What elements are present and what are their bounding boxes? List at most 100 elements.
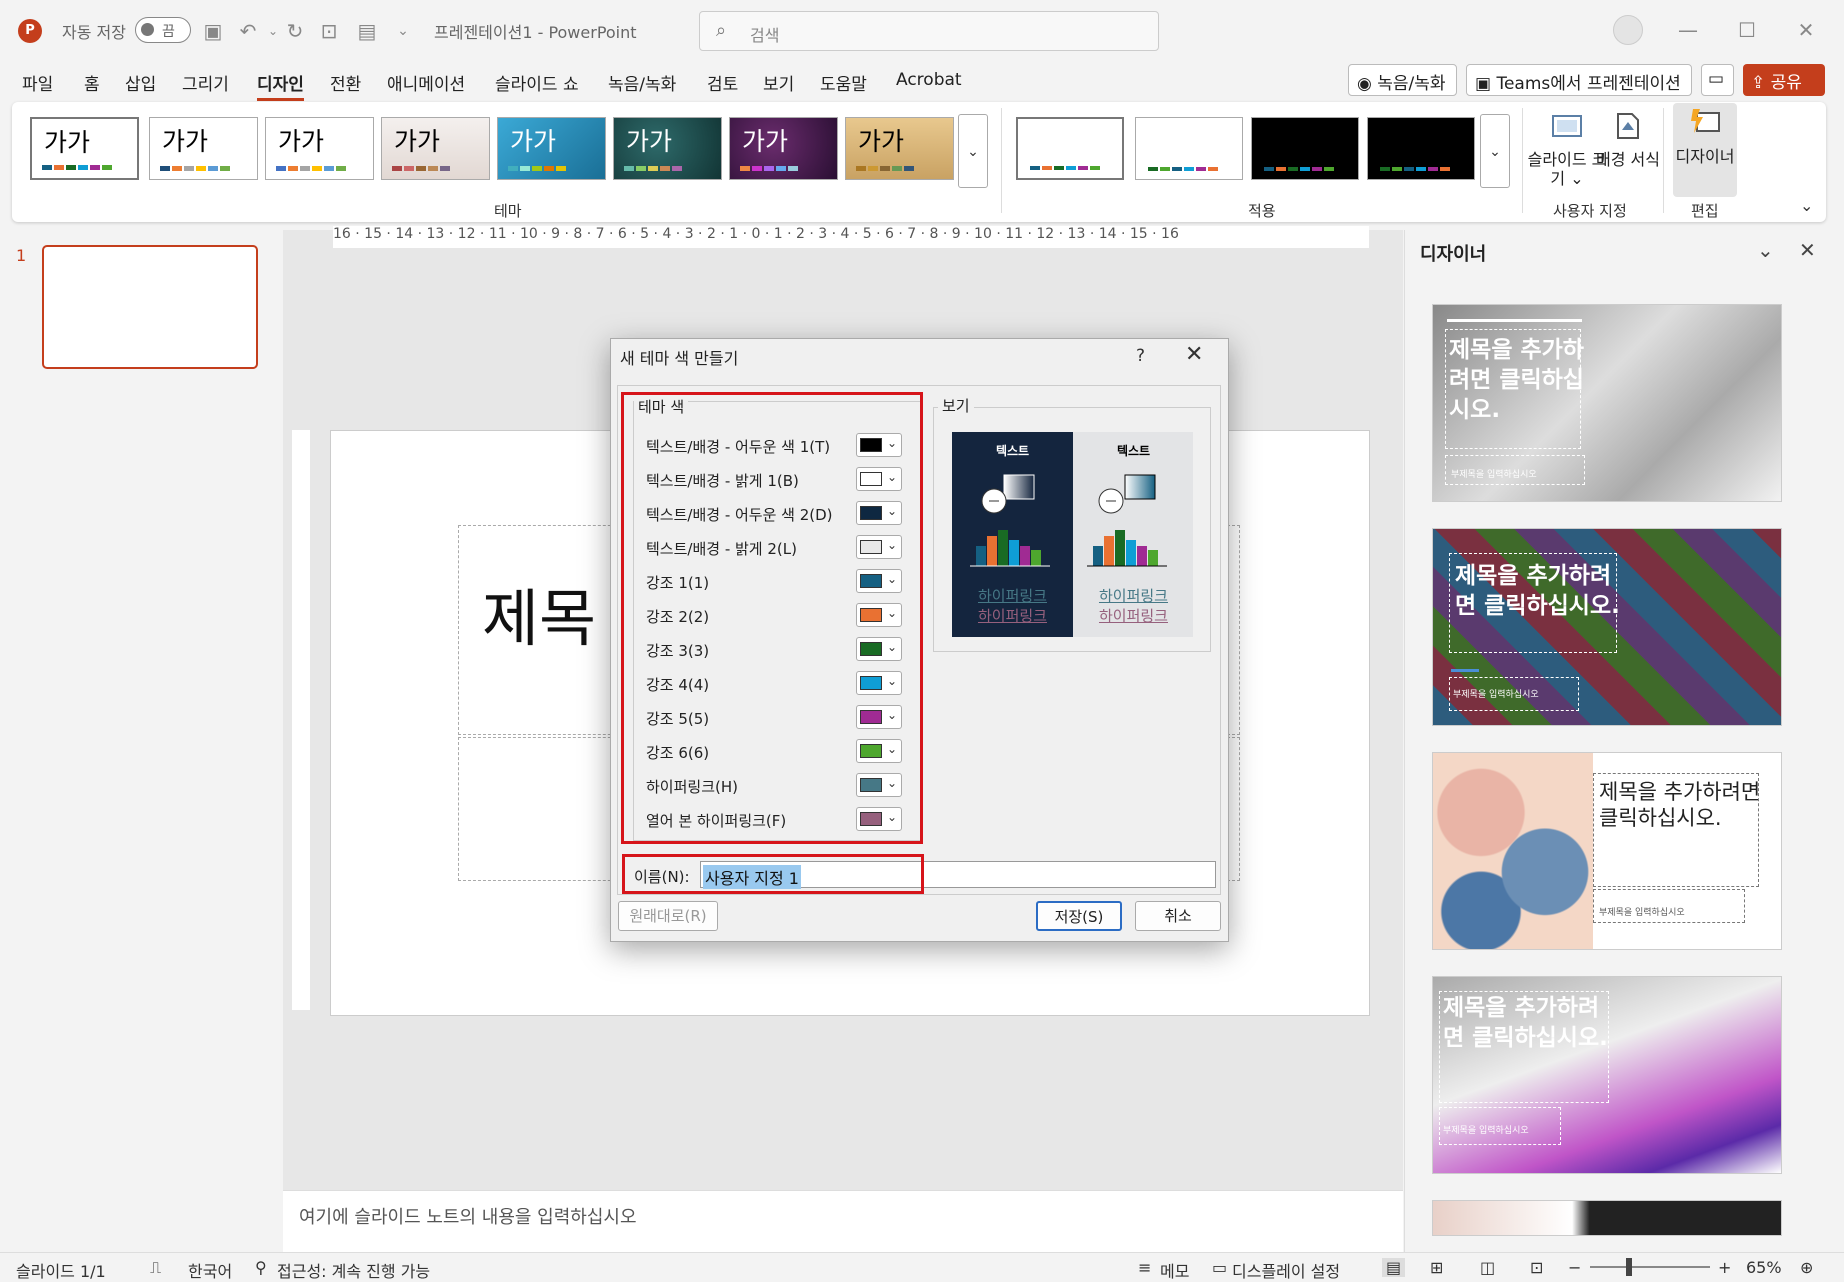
notes-placeholder: 여기에 슬라이드 노트의 내용을 입력하십시오 <box>299 1207 637 1228</box>
zoom-slider-thumb[interactable] <box>1626 1258 1632 1276</box>
theme-5[interactable]: 가가 <box>497 117 606 180</box>
design-idea-1[interactable]: 제목을 추가하려면 클릭하십시오. 부제목을 입력하십시오 <box>1432 304 1782 502</box>
teams-present-button[interactable]: ▣ Teams에서 프레젠테이션 <box>1466 64 1692 96</box>
ribbon-collapse-icon[interactable]: ⌄ <box>1800 196 1813 215</box>
variant-3[interactable] <box>1251 117 1359 180</box>
search-icon: ⌕ <box>716 20 727 41</box>
display-settings-button[interactable]: 디스플레이 설정 <box>1232 1258 1340 1282</box>
theme-2[interactable]: 가가 <box>149 117 258 180</box>
tab-animations[interactable]: 애니메이션 <box>387 70 465 95</box>
pane-close-icon[interactable]: ✕ <box>1799 238 1816 262</box>
minimize-icon[interactable]: — <box>1668 15 1708 45</box>
dialog-close-icon[interactable]: ✕ <box>1185 342 1203 367</box>
accessibility-status[interactable]: 접근성: 계속 진행 가능 <box>277 1258 430 1282</box>
tab-view[interactable]: 보기 <box>763 70 794 95</box>
notes-pane[interactable]: 여기에 슬라이드 노트의 내용을 입력하십시오 <box>283 1190 1403 1252</box>
tab-design[interactable]: 디자인 <box>257 70 304 101</box>
accessibility-icon: ⚲ <box>255 1258 267 1277</box>
customize-toolbar-icon[interactable]: ⌄ <box>390 18 416 44</box>
record-button[interactable]: ◉ 녹음/녹화 <box>1348 64 1457 96</box>
zoom-out-icon[interactable]: − <box>1568 1258 1581 1277</box>
close-window-icon[interactable]: ✕ <box>1786 15 1826 45</box>
theme-8[interactable]: 가가 <box>845 117 954 180</box>
tab-help[interactable]: 도움말 <box>820 70 867 95</box>
comments-icon[interactable]: ▭ <box>1701 64 1734 96</box>
tab-transitions[interactable]: 전환 <box>330 70 361 95</box>
preview-dark-visited-link: 하이퍼링크 <box>977 607 1047 625</box>
pane-options-icon[interactable]: ⌄ <box>1757 238 1774 262</box>
theme-7[interactable]: 가가 <box>729 117 838 180</box>
tab-home[interactable]: 홈 <box>84 70 100 95</box>
theme-office[interactable]: 가가 <box>30 117 139 180</box>
search-box[interactable]: ⌕ 검색 <box>699 11 1159 51</box>
slide-title-text: 제목 <box>482 582 597 655</box>
redo-icon[interactable]: ↻ <box>282 18 308 44</box>
design-idea-4[interactable]: 제목을 추가하려면 클릭하십시오. 부제목을 입력하십시오 <box>1432 976 1782 1174</box>
slide-number: 1 <box>16 246 27 265</box>
language-indicator[interactable]: 한국어 <box>188 1258 232 1282</box>
variants-more-button[interactable]: ⌄ <box>1480 114 1510 188</box>
tab-file[interactable]: 파일 <box>22 70 53 95</box>
autosave-label: 자동 저장 <box>62 23 126 42</box>
account-avatar[interactable] <box>1613 15 1643 45</box>
themes-more-button[interactable]: ⌄ <box>958 114 988 188</box>
tab-review[interactable]: 검토 <box>707 70 738 95</box>
autosave-toggle[interactable]: 끔 <box>135 17 191 43</box>
search-placeholder: 검색 <box>750 26 780 45</box>
tab-draw[interactable]: 그리기 <box>182 70 229 95</box>
variant-1[interactable] <box>1016 117 1124 180</box>
designer-icon <box>1691 109 1720 133</box>
zoom-level[interactable]: 65% <box>1746 1258 1782 1277</box>
variants-group-label: 적용 <box>1248 202 1276 220</box>
document-icon[interactable]: ▤ <box>354 18 380 44</box>
designer-button[interactable]: 디자이너 <box>1673 103 1737 197</box>
variant-4[interactable] <box>1367 117 1475 180</box>
slide-thumbnails-pane <box>0 230 283 1252</box>
preview-legend: 보기 <box>938 395 974 416</box>
theme-6[interactable]: 가가 <box>613 117 722 180</box>
preview-dark-text: 텍스트 <box>995 444 1030 458</box>
slide-thumbnail[interactable] <box>42 245 258 369</box>
save-icon[interactable]: ▣ <box>200 18 226 44</box>
tab-acrobat[interactable]: Acrobat <box>896 70 962 90</box>
theme-3[interactable]: 가가 <box>265 117 374 180</box>
design-idea-5[interactable] <box>1432 1200 1782 1236</box>
spellcheck-icon[interactable]: ⎍ <box>150 1258 161 1278</box>
fit-to-window-icon[interactable]: ⊕ <box>1800 1258 1813 1277</box>
slide-sorter-icon[interactable]: ⊞ <box>1430 1258 1443 1277</box>
slideshow-view-icon[interactable]: ⊡ <box>1530 1258 1543 1277</box>
share-button[interactable]: ⇪ 공유 ⌄ <box>1743 64 1825 113</box>
preview-dark-link: 하이퍼링크 <box>977 587 1047 605</box>
tab-record[interactable]: 녹음/녹화 <box>608 70 676 95</box>
help-icon[interactable]: ? <box>1136 346 1145 366</box>
present-icon[interactable]: ⊡ <box>316 18 342 44</box>
tab-slideshow[interactable]: 슬라이드 쇼 <box>495 70 579 95</box>
zoom-in-icon[interactable]: + <box>1718 1258 1731 1277</box>
normal-view-icon[interactable]: ▤ <box>1382 1258 1406 1277</box>
document-title: 프레젠테이션1 - PowerPoint <box>434 23 637 42</box>
notes-toggle[interactable]: 메모 <box>1160 1258 1189 1282</box>
undo-icon[interactable]: ↶ <box>235 18 261 44</box>
save-button[interactable]: 저장(S) <box>1036 901 1122 931</box>
tab-insert[interactable]: 삽입 <box>125 70 156 95</box>
edit-group-label: 편집 <box>1691 202 1719 220</box>
reading-view-icon[interactable]: ◫ <box>1480 1258 1495 1277</box>
display-settings-icon: ▭ <box>1212 1258 1228 1277</box>
slide-counter: 슬라이드 1/1 <box>16 1262 106 1281</box>
zoom-slider[interactable] <box>1590 1266 1710 1268</box>
themes-group-label: 테마 <box>494 202 522 220</box>
preview-light-chart <box>1087 474 1167 567</box>
design-idea-3[interactable]: 제목을 추가하려면 클릭하십시오. 부제목을 입력하십시오 <box>1432 752 1782 950</box>
theme-4[interactable]: 가가 <box>381 117 490 180</box>
design-idea-2[interactable]: 제목을 추가하려면 클릭하십시오. 부제목을 입력하십시오 <box>1432 528 1782 726</box>
horizontal-ruler: 16 · 15 · 14 · 13 · 12 · 11 · 10 · 9 · 8… <box>333 226 1369 248</box>
variant-2[interactable] <box>1135 117 1243 180</box>
cancel-button[interactable]: 취소 <box>1135 901 1221 931</box>
maximize-icon[interactable]: ☐ <box>1727 15 1767 45</box>
highlight-name-field <box>622 854 924 894</box>
preview-dark-chart <box>970 474 1050 567</box>
preview-light-link: 하이퍼링크 <box>1098 587 1168 605</box>
powerpoint-logo-icon: P <box>18 19 42 43</box>
reset-button[interactable]: 원래대로(R) <box>618 901 718 931</box>
format-background-button[interactable]: 배경 서식 <box>1588 106 1668 169</box>
